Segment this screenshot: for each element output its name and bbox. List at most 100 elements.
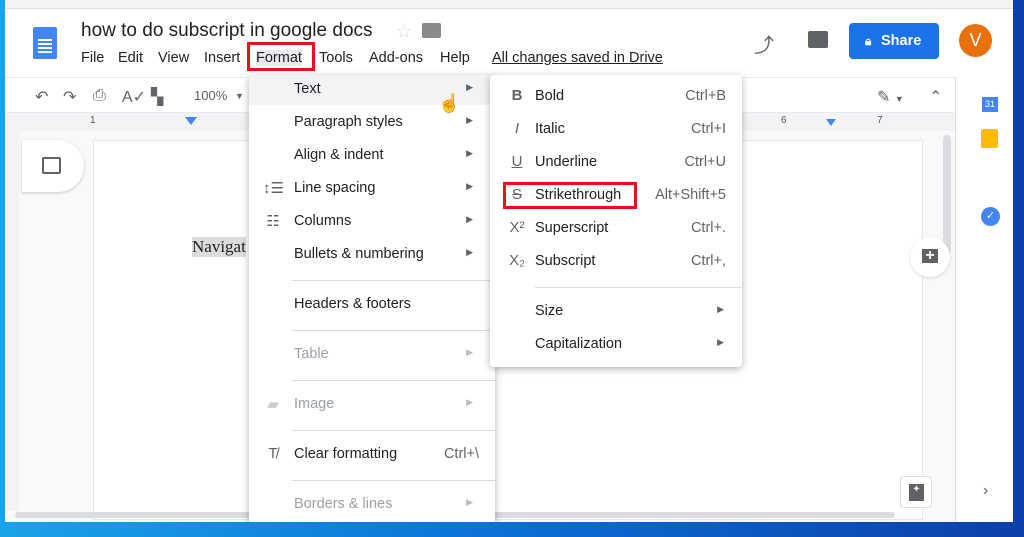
add-comment-button[interactable]: + bbox=[910, 237, 950, 277]
zoom-select[interactable]: 100% bbox=[194, 88, 227, 103]
paint-format-icon[interactable]: ▚ bbox=[151, 87, 163, 107]
menu-item-label: Clear formatting bbox=[294, 446, 398, 462]
keep-icon[interactable] bbox=[981, 129, 998, 148]
submenu-arrow-icon: ▶ bbox=[717, 304, 724, 314]
share-button[interactable]: 🔒︎ Share bbox=[849, 23, 939, 59]
document-title[interactable]: how to do subscript in google docs bbox=[81, 20, 373, 42]
menu-item-clear-formatting[interactable]: T̸ Clear formatting Ctrl+\ bbox=[249, 440, 495, 470]
menu-item-columns[interactable]: ☷ Columns ▶ bbox=[249, 207, 495, 237]
vertical-scrollbar[interactable] bbox=[943, 135, 951, 255]
menu-item-label: Paragraph styles bbox=[294, 114, 403, 130]
shortcut-label: Ctrl+\ bbox=[443, 446, 479, 462]
calendar-icon[interactable]: 31 bbox=[982, 97, 998, 112]
share-label: Share bbox=[881, 33, 922, 49]
shortcut-label: Ctrl+I bbox=[690, 121, 726, 137]
comments-icon[interactable] bbox=[808, 31, 828, 48]
menu-insert[interactable]: Insert bbox=[204, 50, 240, 66]
menu-item-label: Borders & lines bbox=[294, 496, 393, 512]
bold-icon: B bbox=[511, 87, 523, 104]
outline-button[interactable] bbox=[22, 140, 84, 192]
star-icon[interactable]: ☆ bbox=[395, 19, 413, 44]
menu-item-align-indent[interactable]: Align & indent ▶ bbox=[249, 141, 495, 171]
menu-file[interactable]: File bbox=[81, 50, 104, 66]
menu-separator bbox=[292, 330, 495, 331]
menu-item-label: Strikethrough bbox=[535, 187, 622, 203]
submenu-arrow-icon: ▶ bbox=[466, 247, 473, 257]
menu-item-image: ▰ Image ▶ bbox=[249, 390, 495, 420]
menu-item-label: Columns bbox=[294, 213, 352, 229]
submenu-arrow-icon: ▶ bbox=[717, 337, 724, 347]
menu-separator bbox=[292, 480, 495, 481]
menu-edit[interactable]: Edit bbox=[118, 50, 143, 66]
side-panel: 31 ✓ › bbox=[955, 77, 1013, 522]
menu-item-borders-lines: Borders & lines ▶ bbox=[249, 490, 495, 520]
menu-item-subscript[interactable]: X₂ Subscript Ctrl+, bbox=[490, 247, 742, 277]
menu-item-label: Table bbox=[294, 346, 329, 362]
avatar[interactable]: V bbox=[959, 24, 992, 57]
menu-item-label: Size bbox=[535, 303, 564, 319]
submenu-arrow-icon: ▶ bbox=[466, 397, 473, 407]
menu-separator bbox=[292, 380, 495, 381]
submenu-arrow-icon: ▶ bbox=[466, 115, 473, 125]
subscript-icon: X₂ bbox=[509, 252, 525, 269]
menu-item-strikethrough[interactable]: S Strikethrough Alt+Shift+5 bbox=[490, 181, 742, 211]
submenu-arrow-icon: ▶ bbox=[466, 497, 473, 507]
expand-panel-icon[interactable]: › bbox=[983, 482, 988, 500]
menu-item-bullets-numbering[interactable]: Bullets & numbering ▶ bbox=[249, 240, 495, 270]
spellcheck-icon[interactable]: A✓ bbox=[122, 87, 146, 107]
ruler-mark: 7 bbox=[877, 115, 883, 126]
menu-item-label: Headers & footers bbox=[294, 296, 411, 312]
menu-item-bold[interactable]: B Bold Ctrl+B bbox=[490, 82, 742, 112]
menu-separator bbox=[292, 430, 495, 431]
clear-formatting-icon: T̸ bbox=[268, 445, 278, 462]
menu-addons[interactable]: Add-ons bbox=[369, 50, 423, 66]
menu-item-table: Table ▶ bbox=[249, 340, 495, 370]
menu-item-label: Subscript bbox=[535, 253, 596, 269]
google-docs-window: how to do subscript in google docs ☆ Fil… bbox=[5, 0, 1013, 522]
italic-icon: I bbox=[514, 120, 520, 137]
submenu-arrow-icon: ▶ bbox=[466, 347, 473, 357]
indent-marker[interactable] bbox=[826, 119, 836, 126]
editing-mode-icon[interactable]: ✎ ▼ bbox=[877, 87, 904, 107]
image-icon: ▰ bbox=[267, 396, 279, 413]
menu-item-size[interactable]: Size ▶ bbox=[490, 297, 742, 327]
tasks-icon[interactable]: ✓ bbox=[981, 207, 1000, 226]
explore-icon: ✦ bbox=[909, 484, 924, 501]
menu-item-label: Italic bbox=[535, 121, 565, 137]
activity-icon[interactable]: ⤴ bbox=[754, 29, 774, 58]
docs-logo-icon[interactable] bbox=[33, 27, 57, 59]
undo-icon[interactable]: ↶ bbox=[35, 87, 48, 107]
collapse-toolbar-icon[interactable]: ⌃ bbox=[929, 87, 942, 107]
mouse-cursor-icon: ☝ bbox=[438, 93, 461, 113]
menu-item-italic[interactable]: I Italic Ctrl+I bbox=[490, 115, 742, 145]
menu-item-headers-footers[interactable]: Headers & footers bbox=[249, 290, 495, 320]
menu-item-superscript[interactable]: X² Superscript Ctrl+. bbox=[490, 214, 742, 244]
submenu-arrow-icon: ▶ bbox=[466, 148, 473, 158]
menu-separator bbox=[535, 287, 742, 288]
menu-item-capitalization[interactable]: Capitalization ▶ bbox=[490, 330, 742, 360]
chevron-down-icon[interactable]: ▼ bbox=[235, 91, 244, 101]
menu-help[interactable]: Help bbox=[440, 50, 470, 66]
menu-item-label: Line spacing bbox=[294, 180, 376, 196]
menu-item-underline[interactable]: U Underline Ctrl+U bbox=[490, 148, 742, 178]
menu-item-label: Align & indent bbox=[294, 147, 384, 163]
menu-item-line-spacing[interactable]: ↕☰ Line spacing ▶ bbox=[249, 174, 495, 204]
submenu-arrow-icon: ▶ bbox=[466, 82, 473, 92]
print-icon[interactable]: ⎙ bbox=[93, 87, 106, 105]
shortcut-label: Ctrl+U bbox=[684, 154, 727, 170]
save-status-link[interactable]: All changes saved in Drive bbox=[492, 50, 663, 66]
ruler-mark: 6 bbox=[781, 115, 787, 126]
indent-marker[interactable] bbox=[185, 117, 197, 125]
folder-icon[interactable] bbox=[422, 23, 441, 38]
menu-view[interactable]: View bbox=[158, 50, 189, 66]
menu-item-label: Underline bbox=[535, 154, 598, 170]
ruler-mark: 1 bbox=[90, 115, 96, 126]
lock-icon: 🔒︎ bbox=[865, 34, 872, 48]
explore-button[interactable]: ✦ bbox=[900, 476, 932, 508]
redo-icon[interactable]: ↷ bbox=[63, 87, 76, 107]
document-body-text[interactable]: Navigat bbox=[192, 237, 246, 257]
columns-icon: ☷ bbox=[266, 213, 280, 230]
browser-top-strip bbox=[5, 0, 1013, 9]
menu-tools[interactable]: Tools bbox=[319, 50, 353, 66]
outline-icon bbox=[42, 157, 61, 174]
